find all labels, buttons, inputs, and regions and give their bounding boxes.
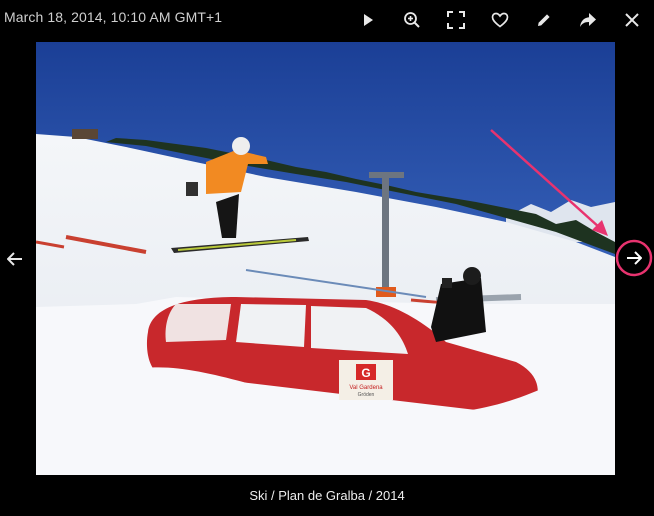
pencil-icon: [538, 14, 550, 26]
arrow-left-icon: [7, 252, 22, 266]
edit-button[interactable]: [522, 0, 566, 40]
play-button[interactable]: [346, 0, 390, 40]
fullscreen-button[interactable]: [434, 0, 478, 40]
viewer-toolbar: [346, 0, 654, 40]
previous-photo-button[interactable]: [2, 246, 28, 272]
fullscreen-icon: [447, 11, 465, 29]
zoom-in-icon: [404, 12, 420, 28]
photo-caption: Ski / Plan de Gralba / 2014: [249, 488, 405, 503]
close-button[interactable]: [610, 0, 654, 40]
play-icon: [364, 14, 373, 26]
sign-logo-text: G: [361, 366, 370, 380]
arrow-right-icon: [627, 251, 642, 265]
favorite-button[interactable]: [478, 0, 522, 40]
share-button[interactable]: [566, 0, 610, 40]
sign-text-2: Gröden: [358, 392, 375, 398]
photo-timestamp: March 18, 2014, 10:10 AM GMT+1: [4, 9, 223, 25]
heart-icon: [491, 12, 509, 28]
share-arrow-icon: [580, 13, 596, 27]
photo-viewer: March 18, 2014, 10:10 AM GMT+1 G Val Gar…: [0, 0, 654, 516]
close-icon: [625, 13, 639, 27]
zoom-in-button[interactable]: [390, 0, 434, 40]
sign-text-1: Val Gardena: [349, 385, 383, 391]
next-photo-button[interactable]: [616, 240, 652, 276]
photo-image: G Val Gardena Gröden: [36, 42, 615, 475]
